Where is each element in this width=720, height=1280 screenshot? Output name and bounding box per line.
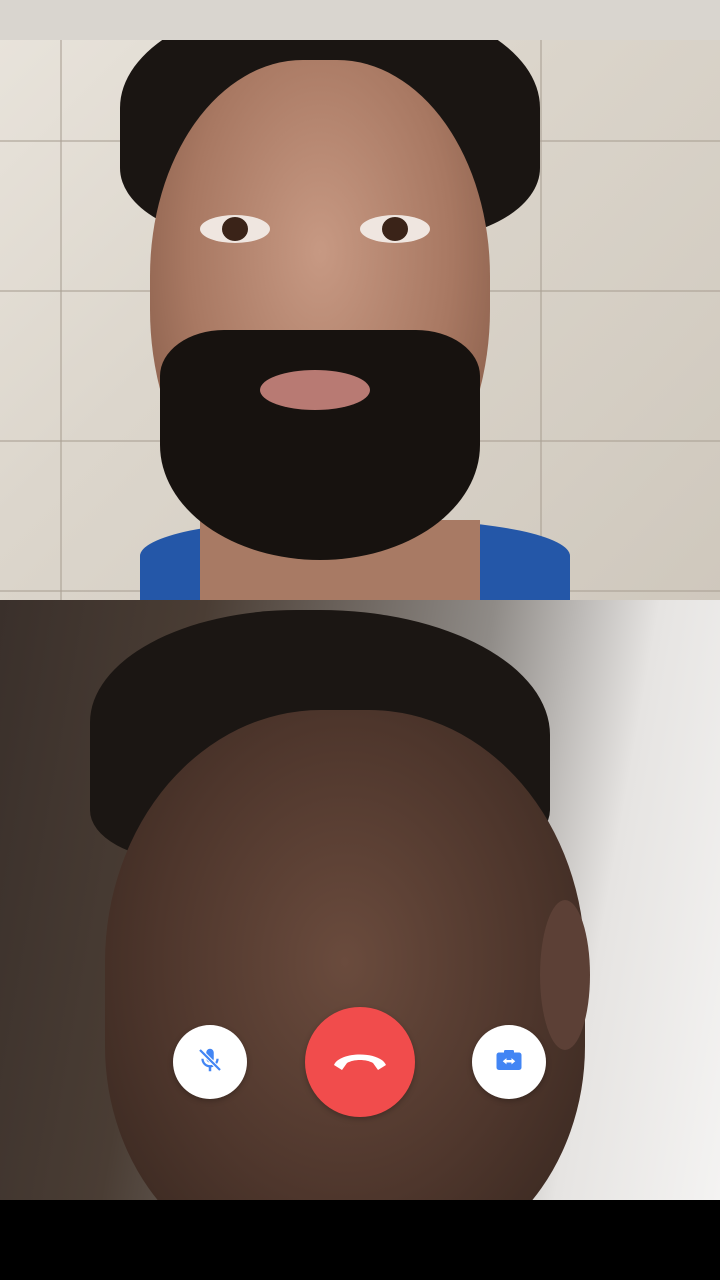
call-controls bbox=[0, 1000, 720, 1120]
video-call-screen bbox=[0, 0, 720, 1280]
end-call-button[interactable] bbox=[305, 1007, 415, 1117]
remote-video-feed bbox=[0, 0, 720, 600]
remote-person-right-eye bbox=[360, 215, 430, 243]
camera-switch-icon bbox=[494, 1045, 524, 1080]
mic-off-icon bbox=[195, 1045, 225, 1080]
remote-person-left-eye bbox=[200, 215, 270, 243]
remote-person-beard bbox=[160, 330, 480, 560]
remote-person-mouth bbox=[260, 370, 370, 410]
mute-button[interactable] bbox=[173, 1025, 247, 1099]
system-navigation-bar bbox=[0, 1200, 720, 1280]
local-person-face bbox=[105, 710, 585, 1200]
switch-camera-button[interactable] bbox=[472, 1025, 546, 1099]
status-bar bbox=[0, 0, 720, 40]
phone-hangup-icon bbox=[330, 1045, 390, 1080]
